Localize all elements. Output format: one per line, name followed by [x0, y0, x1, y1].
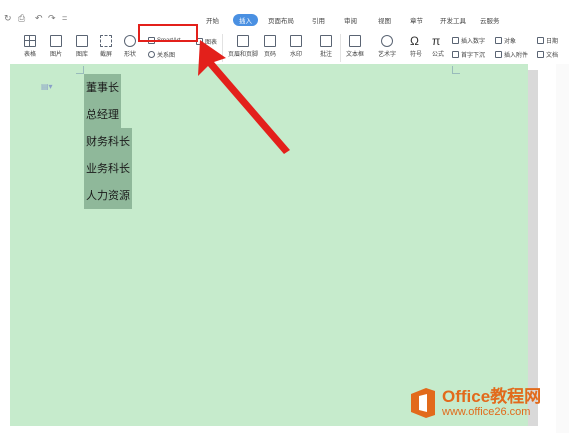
- watermark-title: Office教程网: [442, 387, 542, 406]
- brand-watermark: Office教程网 www.office26.com: [408, 386, 541, 420]
- office-logo-icon: [411, 388, 435, 418]
- annotation-arrow-icon: [198, 40, 290, 154]
- watermark-url: www.office26.com: [442, 406, 531, 418]
